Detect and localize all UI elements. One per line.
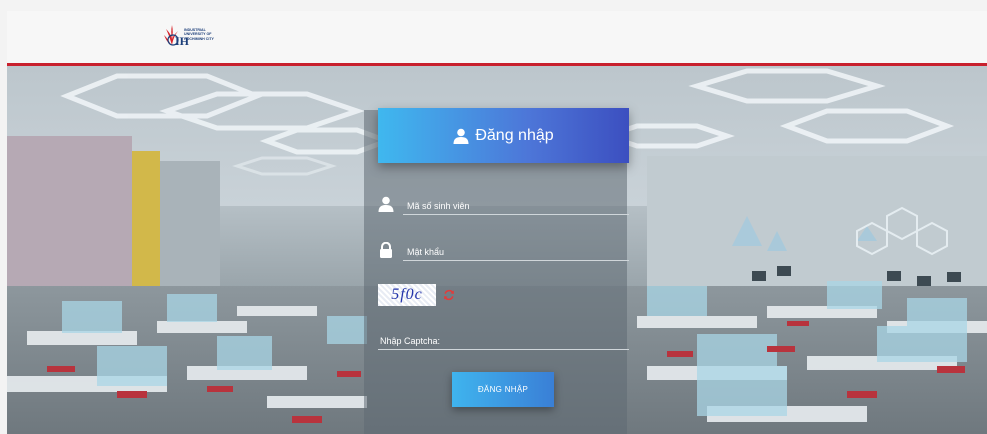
login-card-header: Đăng nhập	[378, 108, 629, 163]
captcha-input[interactable]	[378, 332, 629, 350]
login-page: IH INDUSTRIAL UNIVERSITY OF HOCHIMINH CI…	[0, 0, 987, 434]
university-logo[interactable]: IH INDUSTRIAL UNIVERSITY OF HOCHIMINH CI…	[162, 23, 252, 51]
login-button[interactable]: ĐĂNG NHẬP	[452, 372, 554, 407]
user-icon	[378, 196, 394, 212]
password-input[interactable]	[403, 243, 629, 261]
login-title: Đăng nhập	[475, 126, 554, 144]
captcha-code: 5f0c	[391, 286, 423, 303]
password-field	[378, 242, 629, 264]
captcha-image: 5f0c	[378, 284, 436, 306]
refresh-icon[interactable]	[443, 289, 455, 301]
lock-icon	[380, 242, 392, 258]
student-id-input[interactable]	[403, 197, 629, 215]
user-icon	[453, 128, 469, 144]
logo-text: INDUSTRIAL UNIVERSITY OF HOCHIMINH CITY	[184, 28, 214, 41]
top-header: IH INDUSTRIAL UNIVERSITY OF HOCHIMINH CI…	[7, 11, 987, 66]
username-field	[378, 196, 629, 218]
